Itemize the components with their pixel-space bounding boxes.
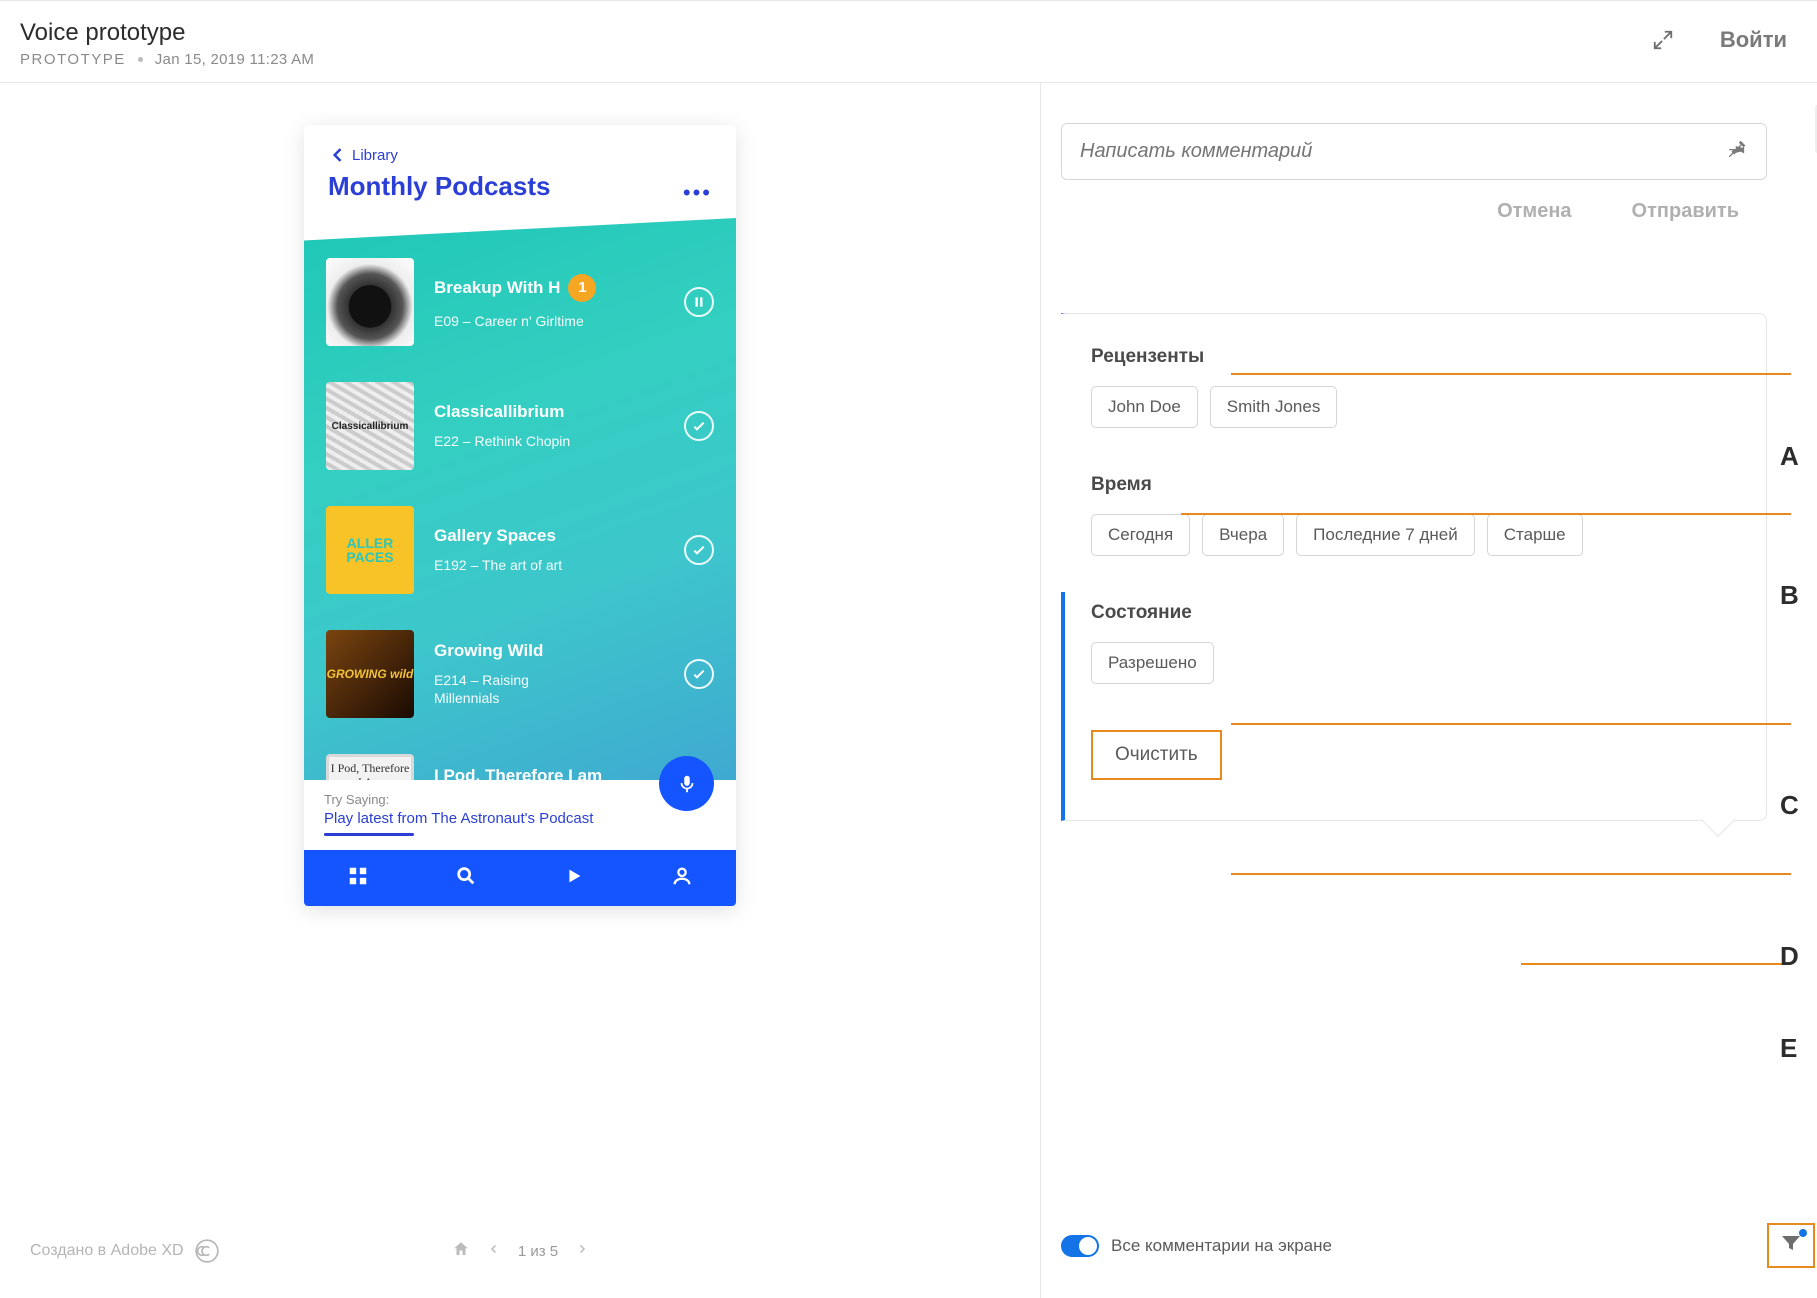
more-icon[interactable]: •••	[683, 145, 712, 206]
filter-icon-active[interactable]	[1767, 1223, 1815, 1268]
status-chip[interactable]: Разрешено	[1091, 642, 1214, 684]
header-right: Войти	[1652, 19, 1787, 53]
header-left: Voice prototype PROTOTYPE Jan 15, 2019 1…	[20, 19, 314, 68]
annotation-line-a	[1231, 373, 1791, 375]
doc-title: Voice prototype	[20, 19, 314, 47]
podcast-episode: E09 – Career n' Girltime	[434, 312, 584, 330]
try-saying-text: Play latest from The Astronaut's Podcast	[324, 810, 716, 827]
clear-button[interactable]: Очистить	[1091, 730, 1222, 780]
play-icon[interactable]	[563, 865, 585, 892]
check-icon[interactable]	[684, 659, 714, 689]
annotation-letter-b: B	[1780, 580, 1799, 611]
pin-icon[interactable]	[1726, 138, 1748, 165]
time-chip[interactable]: Последние 7 дней	[1296, 514, 1475, 556]
back-label: Library	[352, 147, 398, 164]
pause-icon[interactable]	[684, 287, 714, 317]
prototype-frame: Library Monthly Podcasts ••• Breakup Wit…	[304, 125, 736, 906]
badge-count: 1	[568, 274, 596, 302]
mic-button[interactable]	[659, 756, 714, 811]
reviewer-chip[interactable]: John Doe	[1091, 386, 1198, 428]
try-underline	[324, 833, 414, 836]
canvas-column: Library Monthly Podcasts ••• Breakup Wit…	[0, 83, 1040, 1298]
filter-panel: Рецензенты John Doe Smith Jones Время Се…	[1061, 313, 1767, 821]
time-chip[interactable]: Вчера	[1202, 514, 1284, 556]
prototype-header: Library Monthly Podcasts •••	[304, 125, 736, 218]
canvas-footer: Создано в Adobe XD 1 из 5	[0, 1240, 1040, 1262]
app-header: Voice prototype PROTOTYPE Jan 15, 2019 1…	[0, 0, 1817, 83]
podcast-title: Growing Wild	[434, 641, 543, 661]
podcast-title: Breakup With H	[434, 278, 560, 298]
time-title: Время	[1091, 474, 1740, 496]
reviewer-chip[interactable]: Smith Jones	[1210, 386, 1338, 428]
filter-icons	[1767, 1223, 1817, 1268]
try-saying-label: Try Saying:	[324, 792, 716, 807]
doc-type-label: PROTOTYPE	[20, 51, 126, 68]
podcast-episode: E22 – Rethink Chopin	[434, 432, 584, 450]
annotation-letter-a: A	[1780, 441, 1799, 472]
thumbnail: GROWING wild	[326, 630, 414, 718]
login-link[interactable]: Войти	[1720, 27, 1787, 53]
profile-icon[interactable]	[671, 865, 693, 892]
podcast-episode: E192 – The art of art	[434, 556, 584, 574]
check-icon[interactable]	[684, 411, 714, 441]
annotation-line-e	[1521, 963, 1791, 965]
grid-icon[interactable]	[347, 865, 369, 892]
list-item[interactable]: ALLER PACES Gallery Spaces E192 – The ar…	[326, 506, 714, 594]
expand-icon[interactable]	[1652, 29, 1674, 51]
back-link[interactable]: Library	[328, 145, 550, 165]
status-title: Состояние	[1091, 602, 1740, 624]
adobe-cc-icon	[194, 1238, 220, 1264]
voice-area: Try Saying: Play latest from The Astrona…	[304, 780, 736, 850]
podcast-list: Breakup With H 1 E09 – Career n' Girltim…	[304, 218, 736, 780]
podcast-title: Gallery Spaces	[434, 526, 556, 546]
toggle-label: Все комментарии на экране	[1111, 1236, 1332, 1256]
doc-date: Jan 15, 2019 11:23 AM	[155, 51, 314, 68]
annotation-line-b	[1181, 513, 1791, 515]
search-icon[interactable]	[455, 865, 477, 892]
annotation-line-c	[1231, 723, 1791, 725]
submit-button[interactable]: Отправить	[1632, 200, 1739, 223]
tab-bar	[304, 850, 736, 906]
home-icon[interactable]	[452, 1240, 470, 1262]
made-in-label: Создано в Adobe XD	[30, 1238, 220, 1264]
main: Library Monthly Podcasts ••• Breakup Wit…	[0, 83, 1817, 1298]
annotation-letter-e: E	[1780, 1033, 1797, 1064]
reviewers-title: Рецензенты	[1091, 346, 1740, 368]
page-label: 1 из 5	[518, 1243, 558, 1260]
status-section: Состояние Разрешено	[1091, 602, 1740, 684]
podcast-episode: E214 – Raising Millennials	[434, 671, 584, 707]
comment-actions: Отмена Отправить	[1061, 180, 1767, 223]
reviewers-section: Рецензенты John Doe Smith Jones	[1091, 346, 1740, 428]
filter-active-dot	[1799, 1229, 1807, 1237]
pager: 1 из 5	[452, 1240, 588, 1262]
comment-input[interactable]	[1080, 140, 1726, 163]
podcast-title: Classicallibrium	[434, 402, 564, 422]
panel-pointer	[1701, 803, 1735, 837]
all-comments-toggle[interactable]	[1061, 1235, 1099, 1257]
annotation-line-d	[1231, 873, 1791, 875]
list-item[interactable]: Classicallibrium Classicallibrium E22 – …	[326, 382, 714, 470]
annotation-letter-d: D	[1780, 941, 1799, 972]
time-chip[interactable]: Старше	[1487, 514, 1583, 556]
prototype-title: Monthly Podcasts	[328, 171, 550, 202]
annotation-letter-c: C	[1780, 790, 1799, 821]
list-item[interactable]: GROWING wild Growing Wild E214 – Raising…	[326, 630, 714, 718]
next-icon[interactable]	[576, 1242, 588, 1260]
thumbnail: ALLER PACES	[326, 506, 414, 594]
time-chip[interactable]: Сегодня	[1091, 514, 1190, 556]
time-section: Время Сегодня Вчера Последние 7 дней Ста…	[1091, 474, 1740, 556]
meta-dot	[138, 57, 143, 62]
doc-meta: PROTOTYPE Jan 15, 2019 11:23 AM	[20, 51, 314, 68]
prev-icon[interactable]	[488, 1242, 500, 1260]
thumbnail: Classicallibrium	[326, 382, 414, 470]
list-item[interactable]: Breakup With H 1 E09 – Career n' Girltim…	[326, 258, 714, 346]
cancel-button[interactable]: Отмена	[1497, 200, 1571, 223]
comment-input-box[interactable]	[1061, 123, 1767, 180]
thumbnail	[326, 258, 414, 346]
check-icon[interactable]	[684, 535, 714, 565]
comments-panel: Отмена Отправить 2 Рецензенты John Doe S…	[1040, 83, 1817, 1298]
bottom-bar: Все комментарии на экране	[1061, 1223, 1817, 1268]
toggle-row: Все комментарии на экране	[1061, 1235, 1332, 1257]
